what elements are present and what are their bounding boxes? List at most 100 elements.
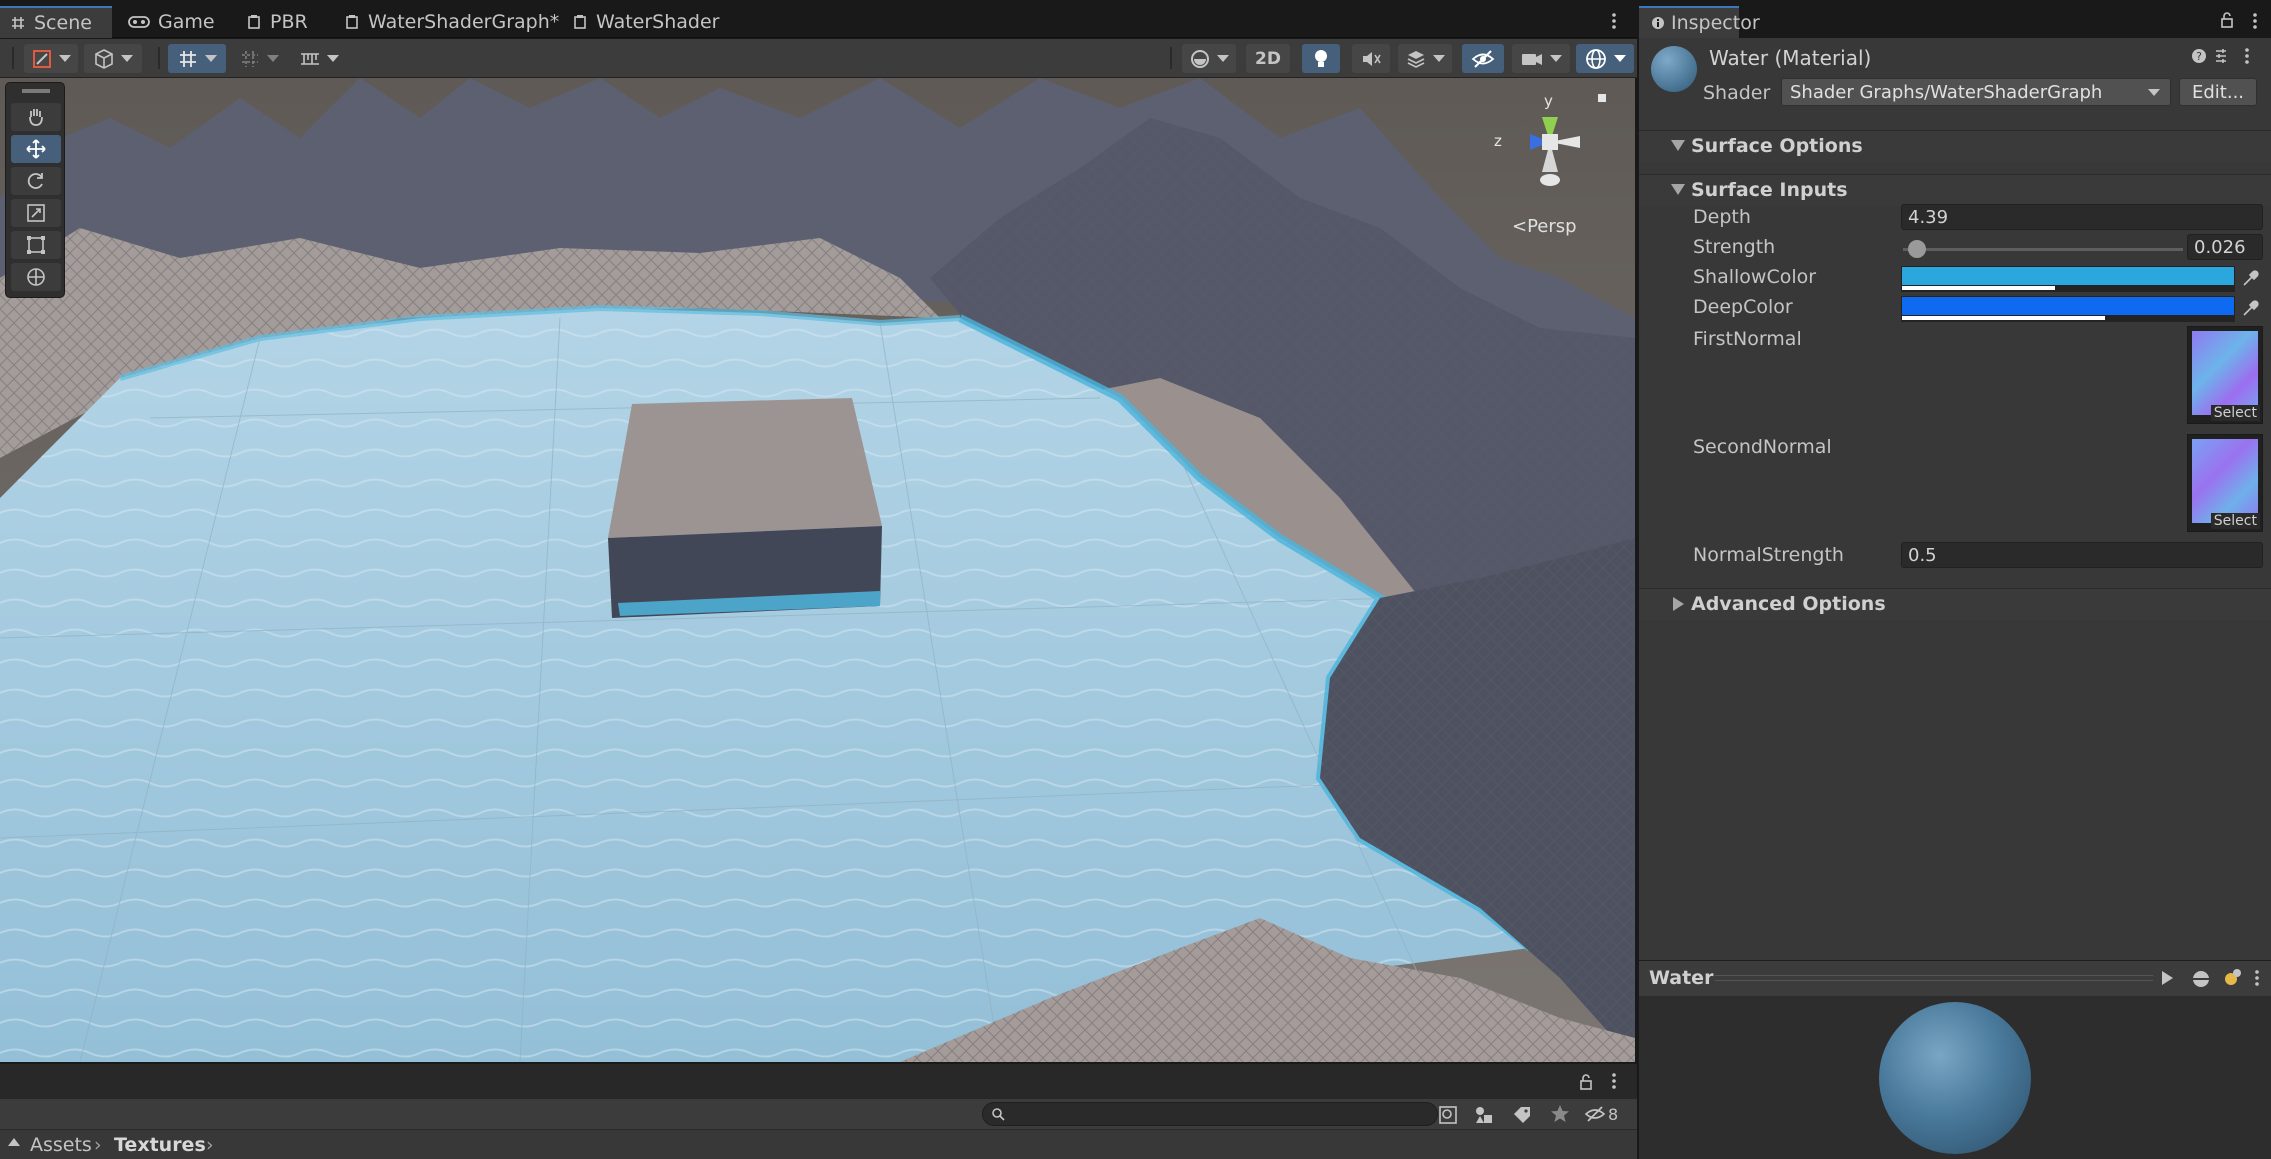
depth-field[interactable]: 4.39 [1901,204,2263,230]
rect-tool-button[interactable] [11,231,61,259]
align-dropdown[interactable] [292,44,346,73]
projection-toggle[interactable]: <Persp [1512,216,1577,237]
foldout-collapsed-icon [1673,597,1684,611]
preview-resize-handle[interactable] [1715,975,2153,981]
increment-snap-dropdown[interactable] [232,44,286,73]
tab-game[interactable]: Game [118,6,225,38]
normal-map-thumbnail [2192,331,2258,415]
shader-label: Shader [1703,82,1771,104]
help-icon[interactable]: ? [2191,48,2207,64]
breadcrumb: Assets › Textures › [0,1129,1637,1159]
camera-dropdown[interactable] [1512,44,1570,73]
scene-more-menu-icon[interactable] [1606,12,1622,30]
lock-icon[interactable] [2219,12,2235,28]
breadcrumb-textures[interactable]: Textures [114,1134,206,1156]
strength-slider-thumb[interactable] [1908,240,1926,258]
select-texture-label[interactable]: Select [2210,405,2260,421]
first-normal-texture-slot[interactable]: Select [2187,326,2263,424]
draw-mode-dropdown[interactable] [24,44,78,73]
shallow-color-field[interactable] [1901,266,2235,292]
tab-watershader[interactable]: WaterShader [562,6,729,38]
strength-slider-track[interactable] [1903,248,2183,251]
scale-tool-button[interactable] [11,199,61,227]
collapse-up-icon[interactable] [8,1138,20,1146]
eyedropper-icon[interactable] [2241,298,2259,318]
project-panel: 8 Assets › Textures › [0,1063,1637,1159]
select-texture-label[interactable]: Select [2210,513,2260,529]
material-preview-sphere[interactable] [1879,1002,2031,1154]
project-search-input[interactable] [982,1102,1438,1126]
tab-scene[interactable]: Scene [0,6,112,38]
inspector-menu-icon[interactable] [2247,12,2263,30]
hidden-count: 8 [1608,1104,1619,1124]
scene-visibility-toggle[interactable] [1462,44,1504,73]
normal-strength-field[interactable]: 0.5 [1901,542,2263,568]
preview-menu-icon[interactable] [2251,967,2263,989]
normal-strength-value: 0.5 [1908,545,1937,566]
chevron-down-icon [1433,55,1445,62]
material-preview-thumbnail [1651,46,1697,92]
preview-mesh-icon[interactable] [2191,969,2211,989]
audio-toggle-button[interactable] [1352,44,1390,73]
eyedropper-icon[interactable] [2241,268,2259,288]
depth-label: Depth [1693,206,1751,228]
hand-tool-button[interactable] [11,103,61,131]
ruler-icon [299,48,321,70]
orientation-gizmo[interactable]: y z [1490,92,1620,202]
svg-text:?: ? [2196,50,2202,63]
lock-icon[interactable] [1578,1074,1594,1090]
favorite-star-icon[interactable] [1550,1104,1570,1124]
effects-dropdown[interactable] [1398,44,1452,73]
shading-dropdown[interactable] [1182,44,1236,73]
toggle-2d-button[interactable]: 2D [1246,44,1290,73]
rotate-tool-button[interactable] [11,167,61,195]
advanced-options-foldout[interactable]: Advanced Options [1639,588,2271,620]
shadergraph-icon [572,14,588,30]
scene-viewport[interactable]: y z <Persp [0,78,1635,1062]
layers-icon [1405,48,1427,70]
gizmos-dropdown[interactable] [1576,44,1634,73]
edit-shader-button[interactable]: Edit... [2179,78,2257,106]
gizmo-y-label: y [1544,92,1553,110]
tab-pbr[interactable]: PBR [236,6,318,38]
surface-inputs-foldout[interactable]: Surface Inputs [1639,174,2271,206]
filter-by-type-icon[interactable] [1474,1105,1494,1125]
info-icon [1651,16,1665,30]
surface-options-foldout[interactable]: Surface Options [1639,130,2271,162]
lighting-toggle-button[interactable] [1302,44,1340,73]
deep-color-field[interactable] [1901,296,2235,322]
component-menu-icon[interactable] [2239,47,2255,65]
breadcrumb-assets[interactable]: Assets [30,1134,92,1156]
tab-watershadergraph[interactable]: WaterShaderGraph* [334,6,569,38]
play-icon[interactable] [2159,969,2175,987]
lightbulb-icon [1311,48,1331,70]
transform-tool-button[interactable] [11,263,61,291]
edit-shader-label: Edit... [2191,81,2245,103]
filter-by-label-icon[interactable] [1512,1105,1532,1125]
camera-icon [1520,48,1544,70]
project-menu-icon[interactable] [1606,1072,1622,1090]
transform-tool-palette [5,82,65,298]
foldout-expanded-icon [1671,184,1685,195]
preview-light-icon[interactable] [2221,967,2243,989]
search-scope-icon[interactable] [1438,1105,1458,1125]
preset-icon[interactable] [2213,48,2229,64]
gizmo-z-label: z [1494,132,1502,150]
render-mode-dropdown[interactable] [84,44,142,73]
second-normal-texture-slot[interactable]: Select [2187,434,2263,532]
scene-render [0,78,1635,1062]
hidden-packages-toggle[interactable]: 8 [1584,1104,1618,1124]
persp-chevron-icon: < [1512,216,1528,237]
shallow-color-swatch [1902,267,2234,285]
chevron-down-icon [1550,55,1562,62]
toggle-2d-label: 2D [1255,48,1281,69]
palette-drag-handle[interactable] [22,89,50,93]
first-normal-label: FirstNormal [1693,328,1802,350]
shader-dropdown[interactable]: Shader Graphs/WaterShaderGraph [1781,78,2171,106]
tab-inspector[interactable]: Inspector [1639,6,1760,38]
move-tool-button[interactable] [11,135,61,163]
chevron-down-icon [2148,89,2160,96]
strength-field[interactable]: 0.026 [2187,234,2263,260]
grid-snap-dropdown[interactable] [168,44,226,73]
sphere-shading-icon [1189,48,1211,70]
